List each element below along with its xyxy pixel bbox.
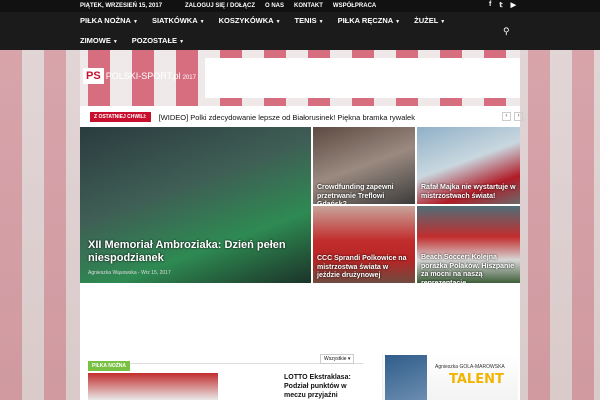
nav-item-pilka-reczna[interactable]: PIŁKA RĘCZNA ▼ (338, 16, 401, 25)
ad-banner[interactable] (205, 58, 520, 98)
featured-article-tile[interactable]: Crowdfunding zapewni przetrwanie Treflow… (313, 127, 415, 204)
ticker-controls: ‹ › (502, 112, 523, 121)
youtube-icon[interactable]: ▶ (511, 1, 516, 9)
article-date: Wrz 15, 2017 (141, 270, 171, 276)
tile-title[interactable]: CCC Sprandi Polkowice na mistrzostwa świ… (317, 255, 413, 281)
ticker-badge: Z OSTATNIEJ CHWILI: (90, 112, 151, 122)
chevron-down-icon: ▼ (275, 19, 281, 25)
tile-title[interactable]: Crowdfunding zapewni przetrwanie Treflow… (317, 184, 413, 204)
category-filter-select[interactable]: Wszystkie ▾ (320, 354, 355, 364)
filter-label: Wszystkie (324, 356, 347, 362)
logo-year: 2017 (182, 75, 196, 81)
nav-item-pozostale[interactable]: POZOSTAŁE ▼ (132, 36, 184, 45)
nav-item-koszykowka[interactable]: KOSZYKÓWKA ▼ (219, 16, 281, 25)
news-title[interactable]: LOTTO Ekstraklasa: Podział punktów w mec… (284, 373, 359, 400)
featured-article-main[interactable]: XII Memoriał Ambroziaka: Dzień pełen nie… (80, 127, 311, 283)
ticker-headline[interactable]: [WIDEO] Polki zdecydowanie lepsze od Bia… (159, 113, 415, 122)
featured-grid: XII Memoriał Ambroziaka: Dzień pełen nie… (80, 127, 520, 283)
chevron-down-icon: ▼ (199, 19, 205, 25)
site-header: PS POLSKI-SPORT.pl 2017 (80, 58, 520, 100)
search-icon[interactable]: ⚲ (503, 26, 510, 37)
main-nav: PIŁKA NOŻNA ▼ SIATKÓWKA ▼ KOSZYKÓWKA ▼ TENI… (0, 12, 600, 50)
twitter-icon[interactable]: 𝕥 (499, 1, 502, 9)
nav-item-zimowe[interactable]: ZIMOWE ▼ (80, 36, 118, 45)
chevron-down-icon: ▼ (179, 39, 185, 45)
chevron-left-icon[interactable]: ‹ (502, 112, 511, 121)
featured-article-tile[interactable]: Rafał Majka nie wystartuje w mistrzostwa… (417, 127, 520, 204)
nav-row-2: ZIMOWE ▼ POZOSTAŁE ▼ (80, 36, 184, 45)
chevron-down-icon: ▾ (347, 356, 351, 362)
sidebar-ad[interactable]: Agnieszka GOLA-MAROWSKA TALENT (382, 354, 518, 400)
main-content: Z OSTATNIEJ CHWILI: [WIDEO] Polki zdecyd… (80, 106, 523, 400)
facebook-icon[interactable]: f (489, 1, 491, 9)
section-badge[interactable]: PIŁKA NOŻNA (88, 361, 130, 371)
nav-item-label: TENIS (294, 16, 317, 25)
tile-title[interactable]: Rafał Majka nie wystartuje w mistrzostwa… (421, 184, 517, 201)
social-links: f 𝕥 ▶ (489, 1, 516, 9)
featured-article-tile[interactable]: Beach Soccer: Kolejna porażka Polaków. H… (417, 206, 520, 283)
ad-talent-text: TALENT (449, 372, 504, 387)
nav-item-label: KOSZYKÓWKA (218, 16, 274, 25)
nav-item-siatkowka[interactable]: SIATKÓWKA ▼ (152, 16, 205, 25)
nav-item-pilka-nozna[interactable]: PIŁKA NOŻNA ▼ (80, 16, 138, 25)
nav-item-label: PIŁKA RĘCZNA (337, 16, 394, 25)
login-link[interactable]: ZALOGUJ SIĘ / DOŁĄCZ (185, 3, 255, 9)
tile-title[interactable]: Beach Soccer: Kolejna porażka Polaków. H… (421, 254, 517, 283)
top-links: ZALOGUJ SIĘ / DOŁĄCZ O NAS KONTAKT WSPÓŁ… (185, 3, 376, 9)
chevron-down-icon: ▼ (132, 19, 138, 25)
article-author[interactable]: Agnieszka Wąsowska (88, 270, 137, 276)
chevron-right-icon[interactable]: › (514, 112, 523, 121)
nav-row-1: PIŁKA NOŻNA ▼ SIATKÓWKA ▼ KOSZYKÓWKA ▼ TENI… (80, 16, 445, 25)
nav-item-label: PIŁKA NOŻNA (80, 16, 131, 25)
chevron-down-icon: ▼ (440, 19, 446, 25)
top-bar: PIĄTEK, WRZESIEŃ 15, 2017 ZALOGUJ SIĘ / … (0, 0, 600, 12)
chevron-down-icon: ▼ (112, 39, 118, 45)
background-side-right (520, 50, 600, 400)
ad-photo (385, 355, 427, 400)
featured-article-tile[interactable]: CCC Sprandi Polkowice na mistrzostwa świ… (313, 206, 415, 283)
about-link[interactable]: O NAS (265, 3, 284, 9)
nav-item-tenis[interactable]: TENIS ▼ (295, 16, 324, 25)
nav-item-label: ŻUŻEL (414, 16, 439, 25)
logo-name: POLSKI-SPORT.pl (105, 71, 181, 81)
nav-item-label: POZOSTAŁE (131, 36, 178, 45)
logo-mark: PS (83, 68, 104, 84)
featured-article-meta: Agnieszka Wąsowska - Wrz 15, 2017 (88, 270, 171, 276)
nav-item-label: SIATKÓWKA (151, 16, 198, 25)
current-date: PIĄTEK, WRZESIEŃ 15, 2017 (80, 3, 163, 9)
cooperation-link[interactable]: WSPÓŁPRACA (333, 3, 376, 9)
ad-brand: Agnieszka GOLA-MAROWSKA (435, 364, 505, 370)
featured-article-title[interactable]: XII Memoriał Ambroziaka: Dzień pełen nie… (88, 239, 298, 265)
background-side-left (0, 50, 80, 400)
site-logo[interactable]: PS POLSKI-SPORT.pl 2017 (83, 68, 196, 84)
contact-link[interactable]: KONTAKT (294, 3, 323, 9)
breaking-news-ticker: Z OSTATNIEJ CHWILI: [WIDEO] Polki zdecyd… (90, 112, 415, 122)
nav-item-zuzel[interactable]: ŻUŻEL ▼ (414, 16, 445, 25)
chevron-down-icon: ▼ (395, 19, 401, 25)
news-thumbnail[interactable] (88, 373, 218, 400)
chevron-down-icon: ▼ (318, 19, 324, 25)
nav-item-label: ZIMOWE (80, 36, 111, 45)
